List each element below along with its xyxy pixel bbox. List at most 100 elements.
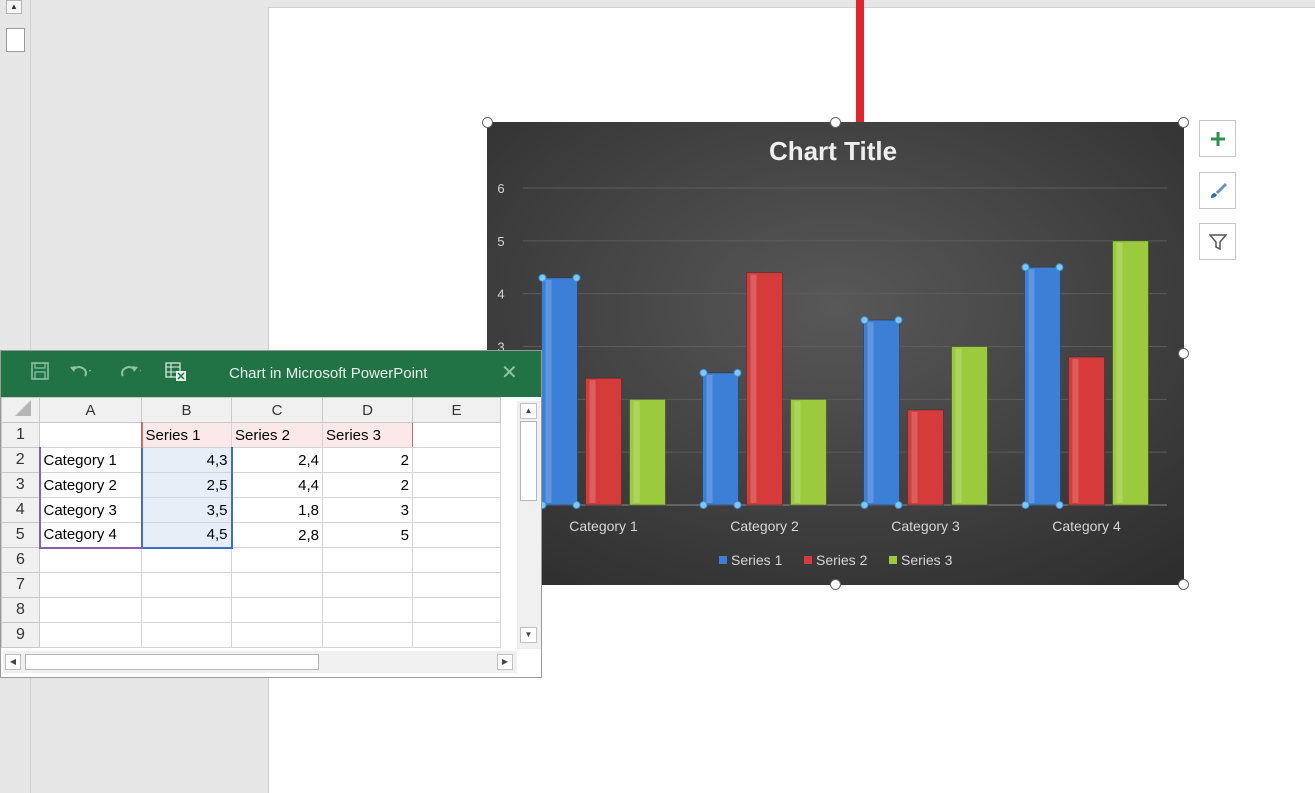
cell-a6[interactable] [39, 547, 142, 573]
legend-entry[interactable]: Series 3 [901, 552, 953, 568]
column-header-c[interactable]: C [231, 397, 323, 423]
legend-entry[interactable]: Series 1 [731, 552, 783, 568]
vertical-scrollbar[interactable]: ▲ ▼ [517, 401, 541, 649]
cell-d1[interactable]: Series 3 [322, 422, 413, 448]
cell-c1[interactable]: Series 2 [231, 422, 323, 448]
chart-styles-button[interactable] [1199, 172, 1236, 209]
cell-d4[interactable]: 3 [322, 497, 413, 523]
thumbnail-scroll-up-button[interactable]: ▲ [6, 0, 22, 14]
cell-a4[interactable]: Category 3 [38, 497, 142, 523]
resize-handle-middle-right[interactable] [1178, 348, 1189, 359]
horizontal-scroll-thumb[interactable] [25, 654, 319, 670]
series-selection-handle[interactable] [1021, 501, 1030, 509]
cell-b1[interactable]: Series 1 [140, 422, 232, 448]
cell-b7[interactable] [141, 572, 232, 598]
series-selection-handle[interactable] [1055, 263, 1064, 272]
row-header[interactable]: 7 [1, 572, 40, 598]
scroll-left-button[interactable]: ◀ [5, 654, 21, 670]
cell-a1[interactable] [39, 422, 142, 448]
series-selection-handle[interactable] [733, 368, 742, 377]
row-header[interactable]: 5 [1, 522, 40, 548]
cell-c7[interactable] [231, 572, 323, 598]
cell-c4[interactable]: 1,8 [231, 497, 323, 523]
scroll-up-button[interactable]: ▲ [520, 403, 537, 419]
row-header[interactable]: 9 [1, 622, 40, 648]
cell-e6[interactable] [412, 547, 501, 573]
column-header-e[interactable]: E [412, 397, 501, 423]
edit-data-in-excel-icon[interactable] [165, 362, 187, 387]
horizontal-scrollbar[interactable]: ◀ ▶ [3, 651, 517, 673]
cell-b8[interactable] [141, 597, 232, 623]
cell-c9[interactable] [231, 622, 323, 648]
cell-b9[interactable] [141, 622, 232, 648]
column-header-a[interactable]: A [39, 397, 142, 423]
cell-d8[interactable] [322, 597, 413, 623]
chart-filters-button[interactable] [1199, 223, 1236, 260]
cell-d5[interactable]: 5 [322, 522, 413, 548]
cell-e1[interactable] [412, 422, 501, 448]
cell-e9[interactable] [412, 622, 501, 648]
series-selection-handle[interactable] [860, 501, 869, 509]
series-selection-handle[interactable] [538, 273, 547, 282]
cell-c5[interactable]: 2,8 [231, 522, 323, 548]
scroll-down-button[interactable]: ▼ [520, 627, 537, 643]
series-selection-handle[interactable] [894, 501, 903, 509]
excel-titlebar[interactable]: Chart in Microsoft PowerPoint ✕ [1, 351, 541, 397]
series-selection-handle[interactable] [894, 316, 903, 325]
cell-a7[interactable] [39, 572, 142, 598]
cell-c6[interactable] [231, 547, 323, 573]
chart-elements-button[interactable] [1199, 120, 1236, 157]
resize-handle-top-center[interactable] [830, 117, 841, 128]
select-all-corner[interactable] [1, 397, 40, 423]
cell-b2[interactable]: 4,3 [140, 447, 233, 473]
cell-d2[interactable]: 2 [322, 447, 413, 473]
series-selection-handle[interactable] [733, 501, 742, 509]
row-header[interactable]: 2 [1, 447, 40, 473]
undo-icon[interactable] [69, 362, 93, 385]
cell-e3[interactable] [412, 472, 501, 498]
scroll-right-button[interactable]: ▶ [497, 654, 513, 670]
cell-d9[interactable] [322, 622, 413, 648]
cell-c3[interactable]: 4,4 [231, 472, 323, 498]
row-header[interactable]: 4 [1, 497, 40, 523]
column-header-b[interactable]: B [141, 397, 232, 423]
chart-object[interactable]: Chart Title 123456 Category 1Category 2C… [487, 122, 1184, 585]
close-icon[interactable]: ✕ [501, 360, 518, 385]
series-selection-handle[interactable] [572, 501, 581, 509]
resize-handle-top-left[interactable] [482, 117, 493, 128]
series-selection-handle[interactable] [699, 501, 708, 509]
cell-d6[interactable] [322, 547, 413, 573]
vertical-scroll-thumb[interactable] [520, 421, 537, 501]
series-selection-handle[interactable] [860, 316, 869, 325]
row-header[interactable]: 6 [1, 547, 40, 573]
cell-e5[interactable] [412, 522, 501, 548]
excel-data-window[interactable]: Chart in Microsoft PowerPoint ✕ A B C D E 1 Se… [0, 350, 542, 678]
cell-e4[interactable] [412, 497, 501, 523]
cell-b4[interactable]: 3,5 [140, 497, 233, 523]
column-chart[interactable]: Chart Title 123456 Category 1Category 2C… [487, 122, 1184, 585]
row-header[interactable]: 1 [1, 422, 40, 448]
legend-entry[interactable]: Series 2 [816, 552, 868, 568]
column-header-d[interactable]: D [322, 397, 413, 423]
cell-b6[interactable] [141, 547, 232, 573]
resize-handle-top-right[interactable] [1178, 117, 1189, 128]
row-header[interactable]: 8 [1, 597, 40, 623]
series-selection-handle[interactable] [1021, 263, 1030, 272]
cell-a2[interactable]: Category 1 [38, 447, 142, 473]
series-selection-handle[interactable] [572, 273, 581, 282]
series-selection-handle[interactable] [699, 368, 708, 377]
cell-d7[interactable] [322, 572, 413, 598]
chart-title[interactable]: Chart Title [769, 136, 897, 166]
row-header[interactable]: 3 [1, 472, 40, 498]
cell-c2[interactable]: 2,4 [231, 447, 323, 473]
cell-a8[interactable] [39, 597, 142, 623]
cell-b5[interactable]: 4,5 [140, 522, 233, 549]
resize-handle-bottom-center[interactable] [830, 579, 841, 590]
cell-e7[interactable] [412, 572, 501, 598]
cell-c8[interactable] [231, 597, 323, 623]
cell-d3[interactable]: 2 [322, 472, 413, 498]
resize-handle-bottom-right[interactable] [1178, 579, 1189, 590]
cell-b3[interactable]: 2,5 [140, 472, 233, 498]
cell-e8[interactable] [412, 597, 501, 623]
series-selection-handle[interactable] [1055, 501, 1064, 509]
